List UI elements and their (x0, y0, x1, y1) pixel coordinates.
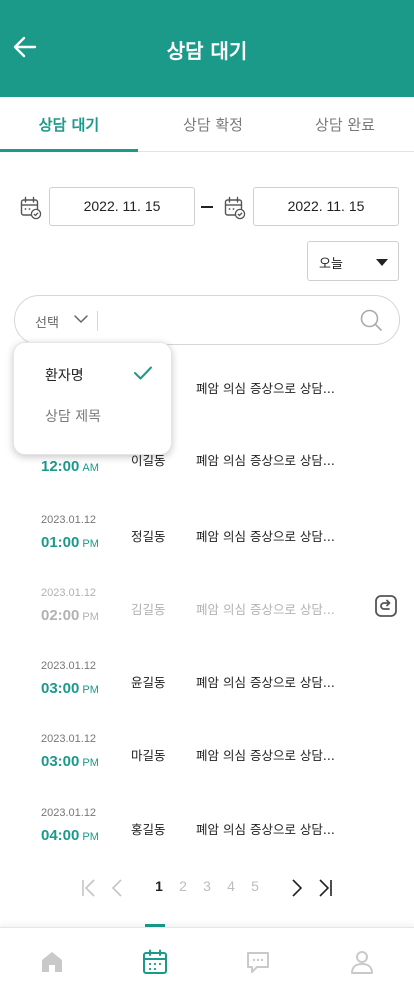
calendar-icon[interactable] (20, 196, 42, 220)
page-5[interactable]: 5 (245, 878, 265, 894)
patient-name: 홍길동 (131, 822, 166, 837)
calendar-icon[interactable] (224, 196, 246, 220)
list-item[interactable]: 2023.01.12 03:00 PM 마길동 폐암 의심 증상으로 상담... (0, 719, 414, 791)
chevron-down-icon[interactable] (73, 313, 89, 325)
appointment-date: 2023.01.12 (41, 733, 97, 745)
consult-subject: 폐암 의심 증상으로 상담... (196, 381, 335, 396)
list-item[interactable]: 2023.01.12 01:00 PM 정길동 폐암 의심 증상으로 상담... (0, 500, 414, 572)
appointment-date: 2023.01.12 (41, 660, 97, 672)
patient-name: 윤길동 (131, 675, 166, 690)
home-icon[interactable] (38, 948, 66, 976)
appointment-time: 01:00 PM (41, 534, 99, 551)
consult-subject: 폐암 의심 증상으로 상담... (196, 748, 335, 763)
date-range-separator (201, 206, 213, 208)
menu-option-subject[interactable]: 상담 제목 (45, 406, 101, 426)
app-header: 상담 대기 (0, 0, 414, 97)
chat-icon[interactable] (244, 948, 272, 976)
tab-completed[interactable]: 상담 완료 (276, 97, 414, 152)
appointment-time: 02:00 PM (41, 607, 99, 624)
search-type-select[interactable]: 선택 (35, 312, 59, 331)
page-4[interactable]: 4 (221, 878, 241, 894)
user-icon[interactable] (348, 948, 376, 976)
pagination: 1 2 3 4 5 (0, 875, 414, 901)
search-icon[interactable] (359, 308, 383, 332)
start-date-input[interactable]: 2022. 11. 15 (49, 187, 195, 226)
appointment-time: 03:00 PM (41, 680, 99, 697)
caret-down-icon (376, 259, 388, 266)
first-page-icon[interactable] (80, 878, 98, 898)
period-select-value: 오늘 (319, 257, 343, 272)
appointment-date: 2023.01.12 (41, 514, 97, 526)
active-tab-indicator (0, 149, 138, 152)
consult-subject: 폐암 의심 증상으로 상담... (196, 675, 335, 690)
list-item[interactable]: 2023.01.12 03:00 PM 윤길동 폐암 의심 증상으로 상담... (0, 646, 414, 718)
page-2[interactable]: 2 (173, 878, 193, 894)
appointment-time: 03:00 PM (41, 753, 99, 770)
check-icon (134, 366, 152, 380)
page-title: 상담 대기 (166, 39, 248, 63)
consult-subject: 폐암 의심 증상으로 상담... (196, 822, 335, 837)
appointment-time: 04:00 PM (41, 827, 99, 844)
search-type-menu: 환자명 상담 제목 (13, 342, 172, 455)
consult-subject: 폐암 의심 증상으로 상담... (196, 602, 335, 617)
consult-subject: 폐암 의심 증상으로 상담... (196, 529, 335, 544)
search-divider (97, 311, 98, 331)
patient-name: 마길동 (131, 748, 166, 763)
last-page-icon[interactable] (316, 878, 334, 898)
appointment-time: 12:00 AM (41, 458, 99, 475)
list-item[interactable]: 2023.01.12 02:00 PM 김길동 폐암 의심 증상으로 상담... (0, 573, 414, 645)
patient-name: 정길동 (131, 529, 166, 544)
menu-option-patient-name[interactable]: 환자명 (45, 365, 84, 385)
next-page-icon[interactable] (288, 878, 306, 898)
page-1[interactable]: 1 (149, 878, 169, 894)
end-date-input[interactable]: 2022. 11. 15 (253, 187, 399, 226)
patient-name: 김길동 (131, 602, 166, 617)
period-select[interactable]: 오늘 (307, 241, 399, 281)
prev-page-icon[interactable] (108, 878, 126, 898)
page-3[interactable]: 3 (197, 878, 217, 894)
list-item[interactable]: 2023.01.12 04:00 PM 홍길동 폐암 의심 증상으로 상담... (0, 793, 414, 865)
tab-confirmed[interactable]: 상담 확정 (144, 97, 282, 152)
calendar-icon[interactable] (141, 948, 169, 976)
consult-subject: 폐암 의심 증상으로 상담... (196, 453, 335, 468)
search-bar: 선택 (14, 295, 400, 345)
reschedule-icon[interactable] (374, 594, 398, 618)
appointment-date: 2023.01.12 (41, 587, 97, 599)
appointment-date: 2023.01.12 (41, 807, 97, 819)
bottom-nav (0, 927, 414, 999)
tab-waiting[interactable]: 상담 대기 (0, 97, 138, 152)
status-tabs: 상담 대기 상담 확정 상담 완료 (0, 97, 414, 152)
